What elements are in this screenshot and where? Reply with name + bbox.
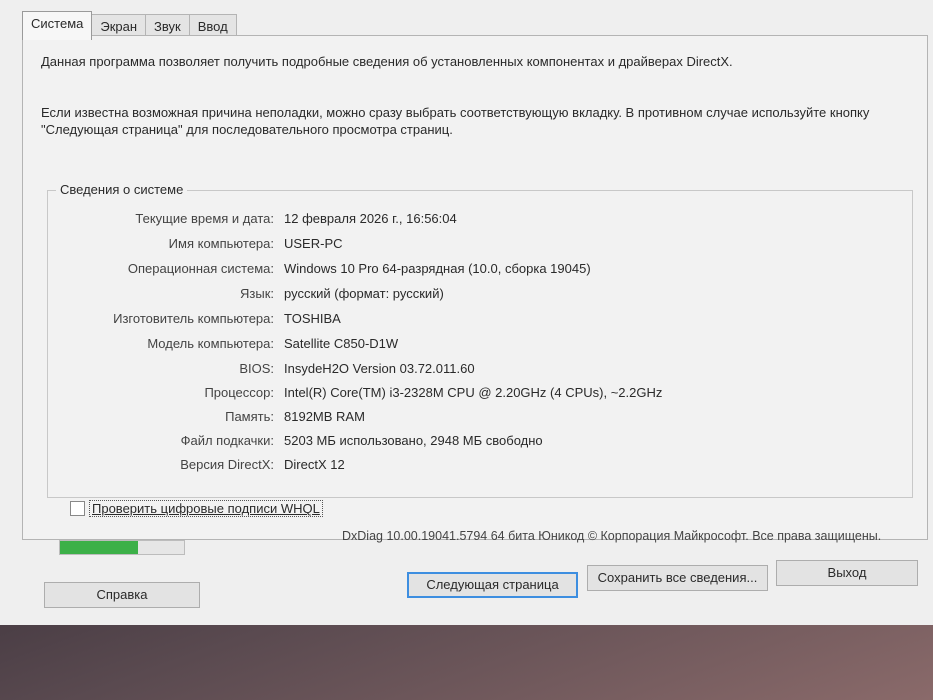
version-copyright-text: DxDiag 10.00.19041.5794 64 бита Юникод ©… (342, 529, 882, 543)
info-value: 5203 МБ использовано, 2948 МБ свободно (284, 433, 543, 448)
save-all-info-button-label: Сохранить все сведения... (597, 570, 758, 585)
help-button-label: Справка (96, 587, 148, 602)
info-value: InsydeH2O Version 03.72.011.60 (284, 361, 475, 376)
info-label: Текущие время и дата: (135, 211, 274, 226)
progress-bar (59, 540, 185, 555)
exit-button[interactable]: Выход (776, 560, 918, 586)
info-value: Windows 10 Pro 64-разрядная (10.0, сборк… (284, 261, 591, 276)
info-label: Операционная система: (127, 261, 274, 276)
intro-text-2: Если известна возможная причина неполадк… (41, 105, 870, 137)
info-label: Изготовитель компьютера: (113, 311, 274, 326)
next-page-button-label: Следующая страница (426, 577, 559, 592)
next-page-button[interactable]: Следующая страница (407, 572, 578, 598)
exit-button-label: Выход (827, 565, 867, 580)
info-value: USER-PC (284, 236, 343, 251)
dxdiag-window: Система Экран Звук Ввод Данная программа… (0, 0, 933, 625)
whql-label[interactable]: Проверить цифровые подписи WHQL (89, 500, 323, 517)
info-label: BIOS: (239, 361, 274, 376)
info-value: TOSHIBA (284, 311, 341, 326)
info-label: Язык: (240, 286, 274, 301)
info-value: 8192MB RAM (284, 409, 365, 424)
info-label: Модель компьютера: (147, 336, 274, 351)
info-label: Имя компьютера: (168, 236, 274, 251)
info-label: Процессор: (204, 385, 274, 400)
info-label: Файл подкачки: (180, 433, 274, 448)
info-label: Версия DirectX: (180, 457, 274, 472)
system-tab-panel: Данная программа позволяет получить подр… (22, 35, 928, 540)
info-value: русский (формат: русский) (284, 286, 444, 301)
info-value: Satellite C850-D1W (284, 336, 399, 351)
info-value: Intel(R) Core(TM) i3-2328M CPU @ 2.20GHz… (284, 385, 663, 400)
tab-strip: Система Экран Звук Ввод (22, 10, 237, 40)
tab-system[interactable]: Система (22, 11, 93, 40)
info-value: 12 февраля 2026 г., 16:56:04 (284, 211, 457, 226)
intro-text-1: Данная программа позволяет получить подр… (41, 54, 733, 69)
group-title: Сведения о системе (56, 182, 188, 197)
progress-fill (60, 541, 139, 554)
info-label: Память: (225, 409, 274, 424)
whql-checkbox[interactable] (70, 501, 85, 516)
save-all-info-button[interactable]: Сохранить все сведения... (587, 565, 768, 591)
system-info-group: Сведения о системе Текущие время и дата:… (47, 182, 913, 498)
info-value: DirectX 12 (284, 457, 345, 472)
help-button[interactable]: Справка (44, 582, 200, 608)
whql-checkbox-row[interactable]: Проверить цифровые подписи WHQL (70, 500, 323, 517)
